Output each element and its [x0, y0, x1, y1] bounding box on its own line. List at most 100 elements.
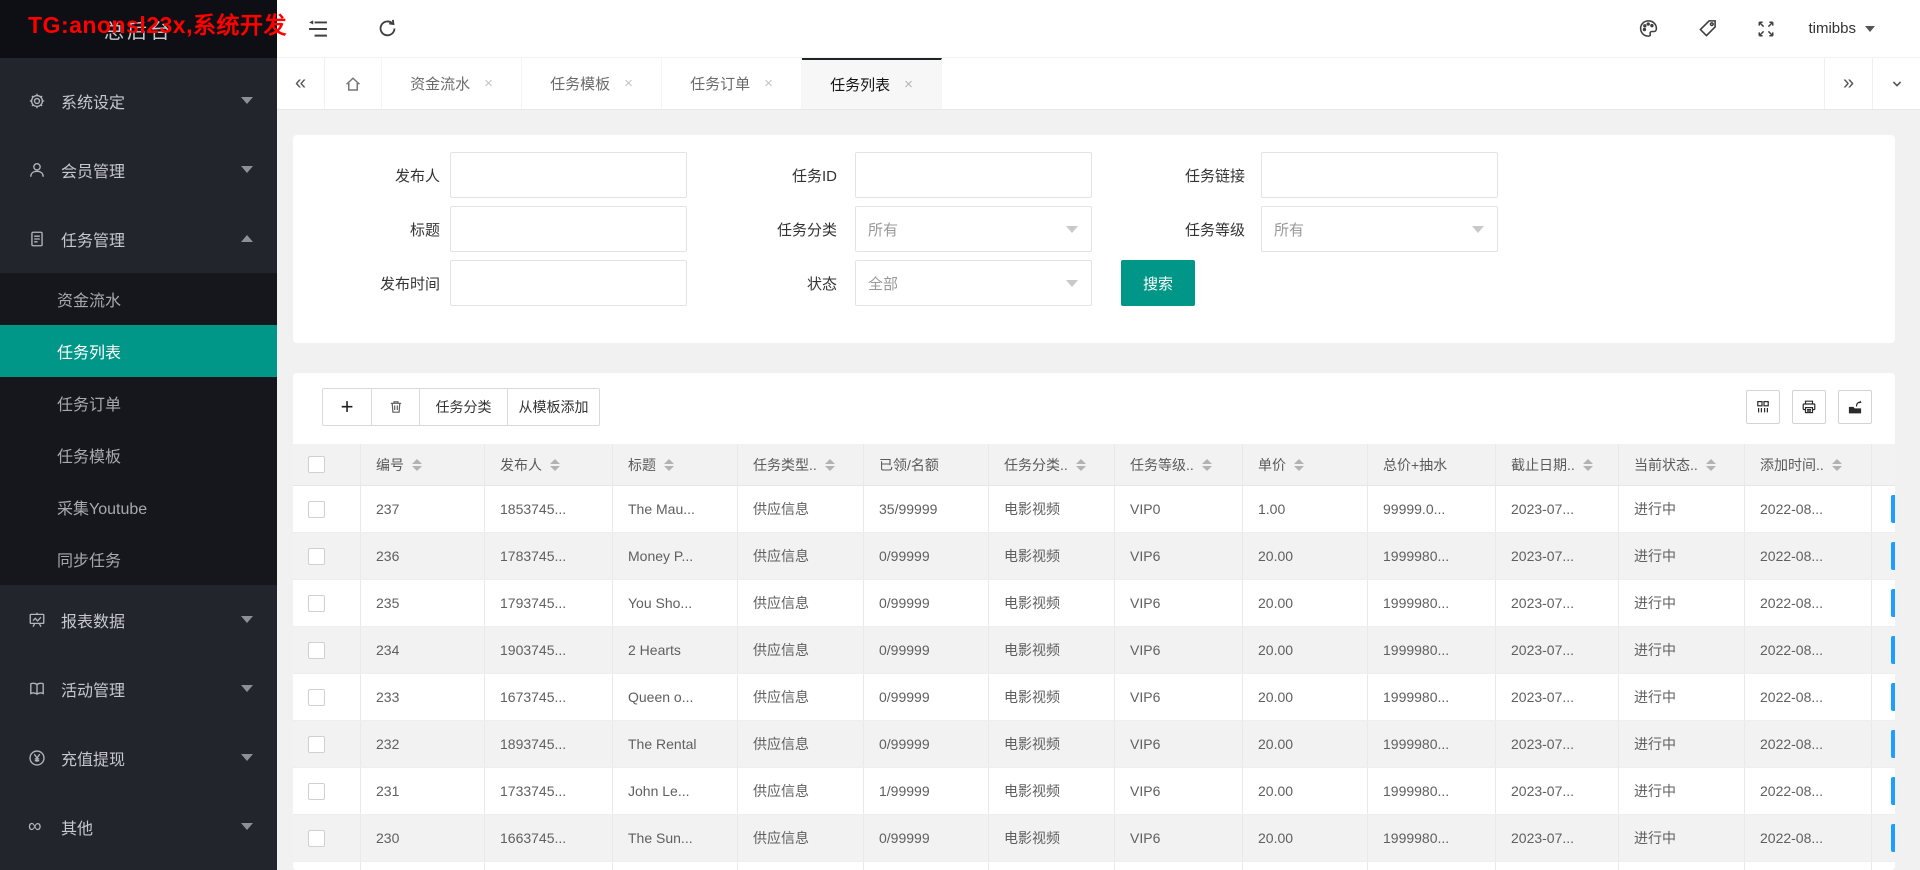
checkbox-cell	[293, 721, 361, 767]
column-header-label: 总价+抽水	[1383, 455, 1447, 475]
table-body: 2371853745...The Mau...供应信息35/99999电影视频V…	[293, 486, 1895, 870]
action-button-clipped[interactable]	[1891, 777, 1895, 805]
theme-palette-icon[interactable]	[1638, 18, 1659, 39]
row-checkbox[interactable]	[308, 783, 325, 800]
table-cell: 0/99999	[864, 674, 989, 720]
sidebar-subitem-funds-flow[interactable]: 资金流水	[0, 273, 277, 325]
row-checkbox[interactable]	[308, 830, 325, 847]
publish-time-input[interactable]	[450, 260, 687, 306]
close-icon[interactable]: ×	[624, 75, 633, 92]
sort-icon[interactable]	[1294, 459, 1304, 471]
row-checkbox[interactable]	[308, 736, 325, 753]
table-cell: 1663745...	[485, 815, 613, 861]
sidebar-item-member-management[interactable]: 会员管理	[0, 135, 277, 204]
table-cell: 0/99999	[864, 533, 989, 579]
columns-filter-button[interactable]	[1746, 390, 1780, 424]
tabs-scroll-left-button[interactable]: «	[277, 58, 325, 109]
tabs-scroll-right-button[interactable]: »	[1824, 58, 1872, 109]
sidebar-item-recharge-withdraw[interactable]: 充值提现	[0, 723, 277, 792]
sort-icon[interactable]	[550, 459, 560, 471]
user-menu[interactable]: timibbs	[1808, 20, 1875, 37]
filter-label-publisher: 发布人	[293, 165, 450, 186]
close-icon[interactable]: ×	[764, 75, 773, 92]
select-all-checkbox[interactable]	[308, 456, 325, 473]
sort-icon[interactable]	[825, 459, 835, 471]
topbar-right: timibbs	[1638, 18, 1875, 39]
sort-icon[interactable]	[1832, 459, 1842, 471]
task-category-select[interactable]: 所有	[855, 206, 1092, 252]
sidebar-item-system-settings[interactable]: 系统设定	[0, 66, 277, 135]
table-cell: 供应信息	[738, 815, 864, 861]
task-category-button[interactable]: 任务分类	[419, 389, 507, 425]
tabs-menu-button[interactable]	[1872, 58, 1920, 109]
sidebar-item-label: 任务管理	[61, 227, 125, 251]
column-header: 当前状态..	[1619, 444, 1745, 485]
action-button-clipped[interactable]	[1891, 730, 1895, 758]
delete-button[interactable]	[371, 389, 419, 425]
action-button-clipped[interactable]	[1891, 683, 1895, 711]
sidebar-item-task-management[interactable]: 任务管理	[0, 204, 277, 273]
table-cell: 20.00	[1243, 580, 1368, 626]
status-select[interactable]: 全部	[855, 260, 1092, 306]
action-button-clipped[interactable]	[1891, 824, 1895, 852]
sort-icon[interactable]	[1202, 459, 1212, 471]
tag-icon[interactable]	[1697, 18, 1718, 39]
tab-task-list[interactable]: 任务列表×	[802, 58, 942, 109]
print-button[interactable]	[1792, 390, 1826, 424]
filter-label-status: 状态	[687, 273, 855, 294]
close-icon[interactable]: ×	[484, 75, 493, 92]
task-id-input[interactable]	[855, 152, 1092, 198]
export-icon	[1847, 399, 1863, 415]
filter-label-task-id: 任务ID	[687, 165, 855, 186]
sort-icon[interactable]	[664, 459, 674, 471]
action-button-clipped[interactable]	[1891, 636, 1895, 664]
app-root: TG:anonsl23x,系统开发 总后台 系统设定会员管理任务管理资金流水任务…	[0, 0, 1920, 870]
sidebar-item-activity-management[interactable]: 活动管理	[0, 654, 277, 723]
sidebar-subitem-task-list[interactable]: 任务列表	[0, 325, 277, 377]
publisher-input[interactable]	[450, 152, 687, 198]
fullscreen-icon[interactable]	[1756, 19, 1776, 39]
document-icon	[28, 230, 48, 248]
table-cell: 1999980...	[1368, 721, 1496, 767]
row-checkbox[interactable]	[308, 548, 325, 565]
table-cell: Queen o...	[613, 674, 738, 720]
title-input[interactable]	[450, 206, 687, 252]
action-button-clipped[interactable]	[1891, 542, 1895, 570]
row-checkbox[interactable]	[308, 501, 325, 518]
column-header: 单价	[1243, 444, 1368, 485]
row-checkbox[interactable]	[308, 642, 325, 659]
row-checkbox[interactable]	[308, 595, 325, 612]
add-from-template-button[interactable]: 从模板添加	[507, 389, 599, 425]
close-icon[interactable]: ×	[904, 76, 913, 93]
sidebar-subitem-collect-youtube[interactable]: 采集Youtube	[0, 481, 277, 533]
home-tab[interactable]	[325, 58, 382, 109]
sort-icon[interactable]	[1706, 459, 1716, 471]
task-level-select[interactable]: 所有	[1261, 206, 1498, 252]
add-button[interactable]: +	[323, 389, 371, 425]
search-button[interactable]: 搜索	[1121, 260, 1195, 306]
sidebar-item-report-data[interactable]: 报表数据	[0, 585, 277, 654]
tab-task-order[interactable]: 任务订单×	[662, 58, 802, 109]
action-button-clipped[interactable]	[1891, 495, 1895, 523]
sort-icon[interactable]	[1076, 459, 1086, 471]
chevron-down-icon	[1865, 26, 1875, 32]
table-cell	[1619, 862, 1745, 870]
row-checkbox[interactable]	[308, 689, 325, 706]
tab-funds-flow[interactable]: 资金流水×	[382, 58, 522, 109]
task-link-input[interactable]	[1261, 152, 1498, 198]
sidebar-item-other[interactable]: ∞其他	[0, 792, 277, 861]
action-button-clipped[interactable]	[1891, 589, 1895, 617]
table-cell-action	[1872, 486, 1895, 532]
collapse-sidebar-icon[interactable]	[307, 18, 329, 40]
sidebar-subitem-sync-task[interactable]: 同步任务	[0, 533, 277, 585]
tab-task-template[interactable]: 任务模板×	[522, 58, 662, 109]
column-header: 已领/名额	[864, 444, 989, 485]
sidebar-subitem-task-template[interactable]: 任务模板	[0, 429, 277, 481]
sort-icon[interactable]	[412, 459, 422, 471]
table-cell: 供应信息	[738, 580, 864, 626]
export-button[interactable]	[1838, 390, 1872, 424]
sort-icon[interactable]	[1583, 459, 1593, 471]
sidebar-subitem-task-order[interactable]: 任务订单	[0, 377, 277, 429]
table-cell: 电影视频	[989, 533, 1115, 579]
refresh-icon[interactable]	[377, 18, 398, 39]
